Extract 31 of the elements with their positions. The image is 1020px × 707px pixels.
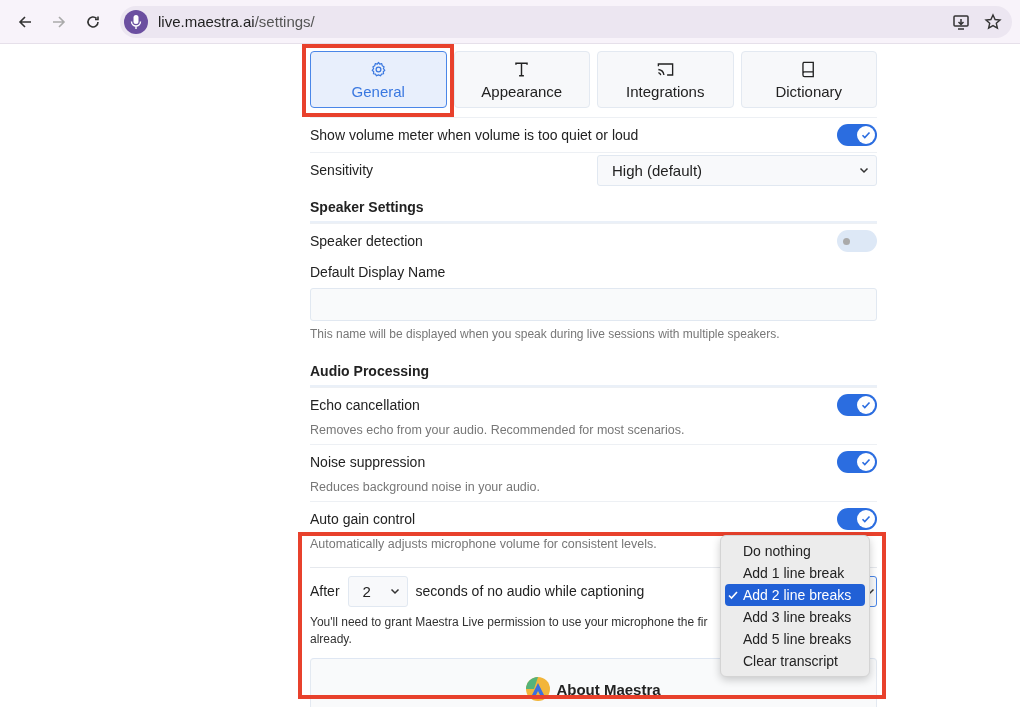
menu-item[interactable]: Clear transcript: [725, 650, 865, 672]
tab[interactable]: Appearance: [453, 51, 590, 108]
field-label: Default Display Name: [310, 264, 447, 280]
rule-label: After: [310, 583, 340, 599]
tab[interactable]: Integrations: [597, 51, 734, 108]
sensitivity-select[interactable]: High (default): [597, 154, 877, 186]
tab[interactable]: General: [310, 51, 447, 108]
setting-label: Speaker detection: [310, 233, 423, 249]
menu-item[interactable]: Add 1 line break: [725, 562, 865, 584]
menu-item[interactable]: Do nothing: [725, 540, 865, 562]
section-heading: Speaker Settings: [310, 187, 877, 223]
section-heading: Audio Processing: [310, 351, 877, 387]
permission-note: You'll need to grant Maestra Live permission to use your microphone the fir: [310, 614, 708, 631]
setting-description: Removes echo from your audio. Recommended for most scenarios.: [310, 423, 686, 437]
about-title: About Maestra: [556, 680, 661, 698]
setting-label: Show volume meter when volume is too quiet or loud: [310, 127, 639, 143]
field-hint: This name will be displayed when you speak during live sessions with multiple speakers.: [310, 327, 781, 341]
address-bar[interactable]: live.maestra.ai/settings/: [120, 5, 1012, 38]
setting-label: Echo cancellation: [310, 397, 420, 413]
setting-description: Reduces background noise in your audio.: [310, 480, 541, 494]
menu-item[interactable]: Add 2 line breaks: [725, 584, 865, 606]
rule-label: seconds of no audio while captioning: [415, 583, 645, 599]
setting-label: Sensitivity: [310, 162, 374, 178]
tab[interactable]: Dictionary: [740, 51, 877, 108]
menu-item[interactable]: Add 5 line breaks: [725, 628, 865, 650]
setting-label: Noise suppression: [310, 454, 426, 470]
setting-label: Auto gain control: [310, 511, 416, 527]
permission-note: already.: [310, 631, 352, 648]
url-text: live.maestra.ai/settings/: [158, 13, 315, 30]
menu-item[interactable]: Add 3 line breaks: [725, 606, 865, 628]
seconds-select[interactable]: 2: [347, 575, 408, 607]
